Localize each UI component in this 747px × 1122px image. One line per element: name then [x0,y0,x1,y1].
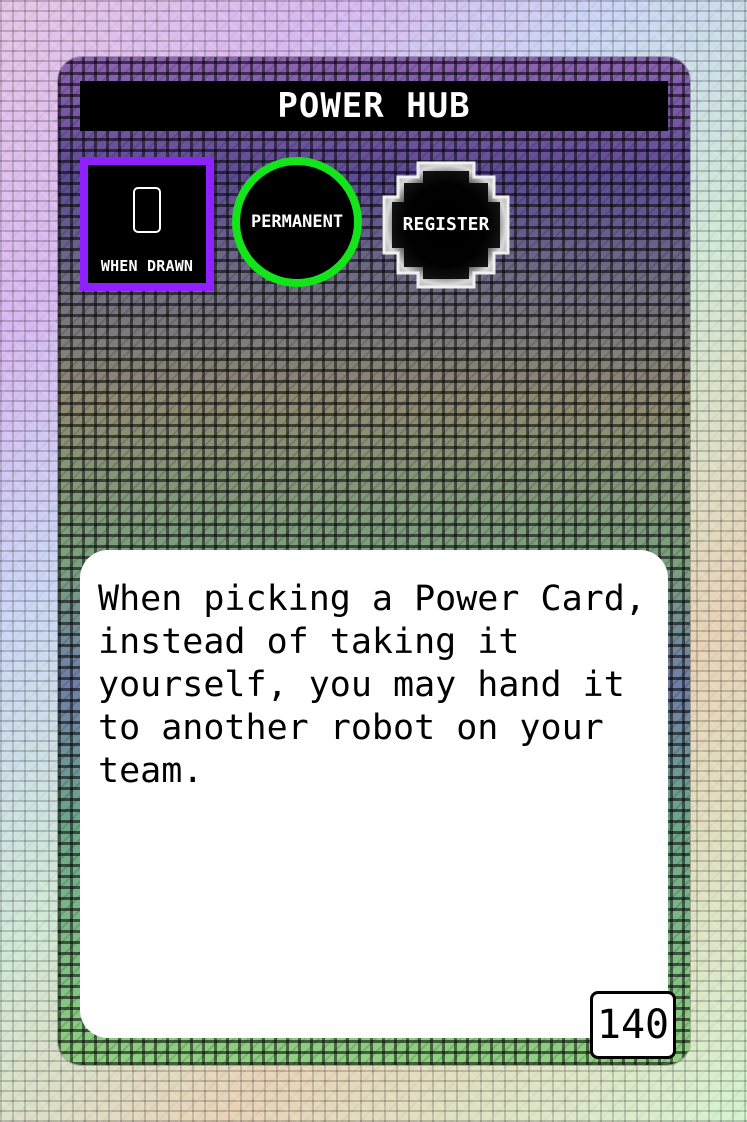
title-bar: POWER HUB [80,81,668,131]
register-label: REGISTER [402,214,490,235]
permanent-badge: PERMANENT [232,157,362,287]
card-icon [133,187,161,233]
permanent-label: PERMANENT [250,211,344,232]
rules-panel: When picking a Power Card, instead of ta… [80,550,668,1038]
card-number-box: 140 [590,991,676,1059]
when-drawn-label: WHEN DRAWN [100,257,194,275]
rules-text: When picking a Power Card, instead of ta… [98,579,667,791]
card-number: 140 [596,1002,670,1048]
power-card: POWER HUB WHEN DRAWN PERMANENT REGISTER … [58,57,690,1065]
card-title: POWER HUB [277,86,471,126]
register-badge: REGISTER [378,157,514,293]
when-drawn-badge: WHEN DRAWN [80,157,214,291]
